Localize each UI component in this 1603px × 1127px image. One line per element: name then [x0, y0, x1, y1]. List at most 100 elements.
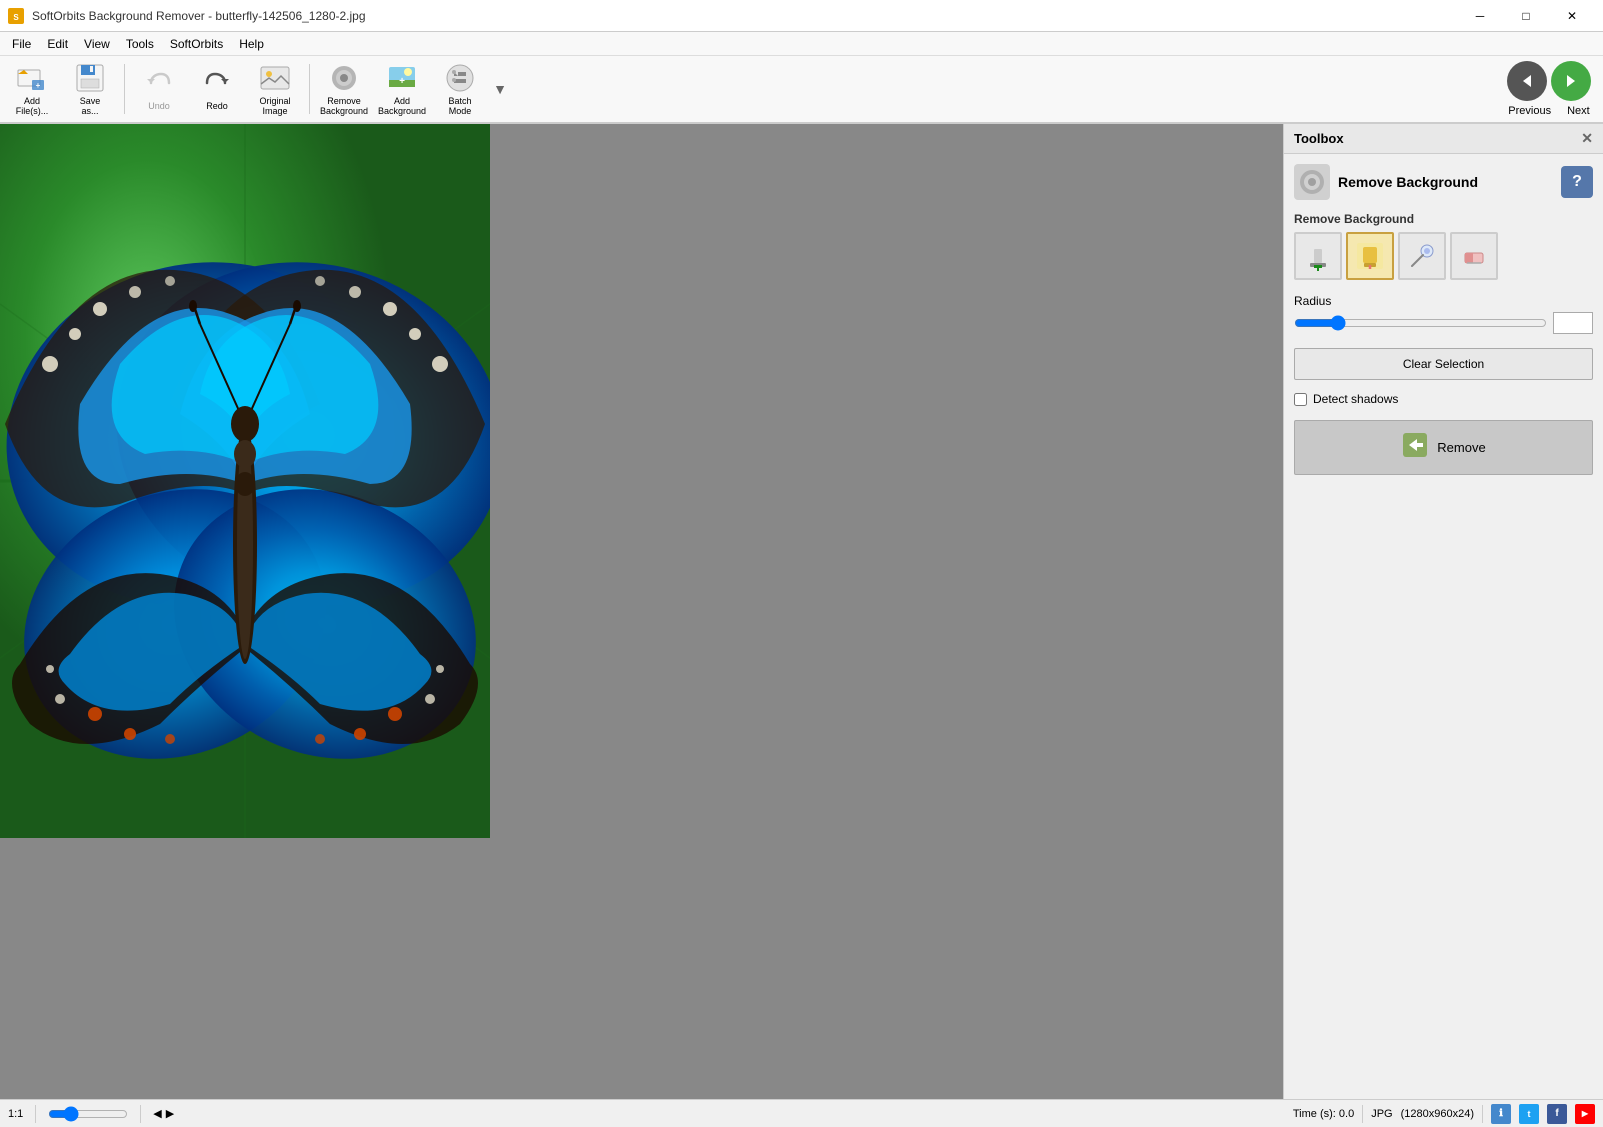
expand-icon: ▼ [493, 81, 507, 97]
save-as-button[interactable]: Save as... [62, 59, 118, 119]
add-background-button[interactable]: + Add Background [374, 59, 430, 119]
add-files-label: Add File(s)... [16, 96, 49, 116]
toolbox-panel: Toolbox ✕ Remove Background ? Remove Bac… [1283, 124, 1603, 1099]
canvas-area[interactable] [0, 124, 1283, 1099]
radius-control: 16 [1294, 312, 1593, 334]
menu-tools[interactable]: Tools [118, 32, 162, 56]
prev-button[interactable] [1507, 61, 1547, 101]
original-image-label: Original Image [259, 96, 290, 116]
add-files-icon: + [16, 62, 48, 94]
time-label: Time (s): 0.0 [1293, 1108, 1354, 1120]
remove-brush-button[interactable] [1346, 232, 1394, 280]
tool-title: Remove Background [1338, 174, 1553, 190]
close-button[interactable]: ✕ [1549, 0, 1595, 32]
zoom-slider[interactable] [48, 1106, 128, 1122]
svg-text:+: + [36, 81, 41, 90]
status-separator-1 [35, 1105, 36, 1123]
left-arrow-icon[interactable]: ◀ [153, 1107, 161, 1120]
save-as-icon [74, 62, 106, 94]
menu-bar: File Edit View Tools SoftOrbits Help [0, 32, 1603, 56]
separator-2 [309, 64, 310, 114]
right-arrow-icon[interactable]: ▶ [166, 1107, 174, 1120]
clear-brush-button[interactable] [1450, 232, 1498, 280]
remove-background-icon [328, 62, 360, 94]
undo-label: Undo [148, 101, 170, 111]
image-canvas[interactable] [0, 124, 490, 838]
menu-softorbits[interactable]: SoftOrbits [162, 32, 231, 56]
expand-toolbar-button[interactable]: ▼ [490, 59, 510, 119]
keep-brush-button[interactable] [1294, 232, 1342, 280]
window-controls: ─ □ ✕ [1457, 0, 1595, 32]
svg-text:S: S [13, 13, 19, 22]
tool-icon [1294, 164, 1330, 200]
remove-background-label: Remove Background [320, 96, 368, 116]
redo-button[interactable]: Redo [189, 59, 245, 119]
youtube-icon[interactable]: ▶ [1575, 1104, 1595, 1124]
menu-edit[interactable]: Edit [39, 32, 76, 56]
maximize-button[interactable]: □ [1503, 0, 1549, 32]
menu-help[interactable]: Help [231, 32, 272, 56]
radius-label: Radius [1294, 294, 1593, 308]
status-separator-3 [1362, 1105, 1363, 1123]
info-icon[interactable]: ℹ [1491, 1104, 1511, 1124]
menu-view[interactable]: View [76, 32, 118, 56]
nav-section: Previous Next [1507, 61, 1599, 117]
help-button[interactable]: ? [1561, 166, 1593, 198]
nav-labels: Previous Next [1508, 105, 1589, 117]
add-files-button[interactable]: + Add File(s)... [4, 59, 60, 119]
twitter-icon[interactable]: t [1519, 1104, 1539, 1124]
add-background-icon: + [386, 62, 418, 94]
main-area: Toolbox ✕ Remove Background ? Remove Bac… [0, 124, 1603, 1099]
next-label: Next [1567, 105, 1590, 117]
undo-button[interactable]: Undo [131, 59, 187, 119]
app-icon: S [8, 8, 24, 24]
section-label: Remove Background [1294, 212, 1593, 226]
zoom-label: 1:1 [8, 1108, 23, 1120]
nav-buttons [1507, 61, 1591, 101]
title-bar: S SoftOrbits Background Remover - butter… [0, 0, 1603, 32]
minimize-button[interactable]: ─ [1457, 0, 1503, 32]
svg-text:+: + [399, 76, 405, 87]
tool-header: Remove Background ? [1294, 164, 1593, 200]
status-right: Time (s): 0.0 JPG (1280x960x24) ℹ t f ▶ [1293, 1104, 1595, 1124]
clear-selection-button[interactable]: Clear Selection [1294, 348, 1593, 380]
radius-slider[interactable] [1294, 313, 1547, 333]
brush-tools [1294, 232, 1593, 280]
zoom-control: 1:1 [8, 1108, 23, 1120]
facebook-icon[interactable]: f [1547, 1104, 1567, 1124]
next-button[interactable] [1551, 61, 1591, 101]
original-image-icon [259, 62, 291, 94]
remove-button[interactable]: Remove [1294, 420, 1593, 475]
toolbar: + Add File(s)... Save as... Undo [0, 56, 1603, 124]
format-label: JPG [1371, 1108, 1392, 1120]
redo-label: Redo [206, 101, 228, 111]
radius-input[interactable]: 16 [1553, 312, 1593, 334]
toolbox-header: Toolbox ✕ [1284, 124, 1603, 154]
detect-shadows-section: Detect shadows [1294, 392, 1593, 406]
detect-shadows-label: Detect shadows [1313, 392, 1398, 406]
radius-section: Radius 16 [1294, 294, 1593, 334]
batch-mode-label: Batch Mode [448, 96, 471, 116]
remove-background-button[interactable]: Remove Background [316, 59, 372, 119]
original-image-button[interactable]: Original Image [247, 59, 303, 119]
detect-shadows-checkbox[interactable] [1294, 393, 1307, 406]
remove-label: Remove [1437, 440, 1485, 455]
separator-1 [124, 64, 125, 114]
toolbox-title: Toolbox [1294, 131, 1344, 146]
undo-icon [143, 67, 175, 99]
batch-mode-button[interactable]: Batch Mode [432, 59, 488, 119]
menu-file[interactable]: File [4, 32, 39, 56]
magic-wand-button[interactable] [1398, 232, 1446, 280]
toolbox-close-button[interactable]: ✕ [1581, 130, 1593, 147]
remove-arrow-icon [1401, 431, 1429, 464]
add-background-label: Add Background [378, 96, 426, 116]
dimensions-label: (1280x960x24) [1401, 1108, 1474, 1120]
prev-label: Previous [1508, 105, 1551, 117]
status-separator-4 [1482, 1105, 1483, 1123]
batch-mode-icon [444, 62, 476, 94]
nav-arrows: ◀ ▶ [153, 1107, 174, 1120]
save-as-label: Save as... [80, 96, 101, 116]
redo-icon [201, 67, 233, 99]
status-separator-2 [140, 1105, 141, 1123]
toolbox-content: Remove Background ? Remove Background [1284, 154, 1603, 485]
